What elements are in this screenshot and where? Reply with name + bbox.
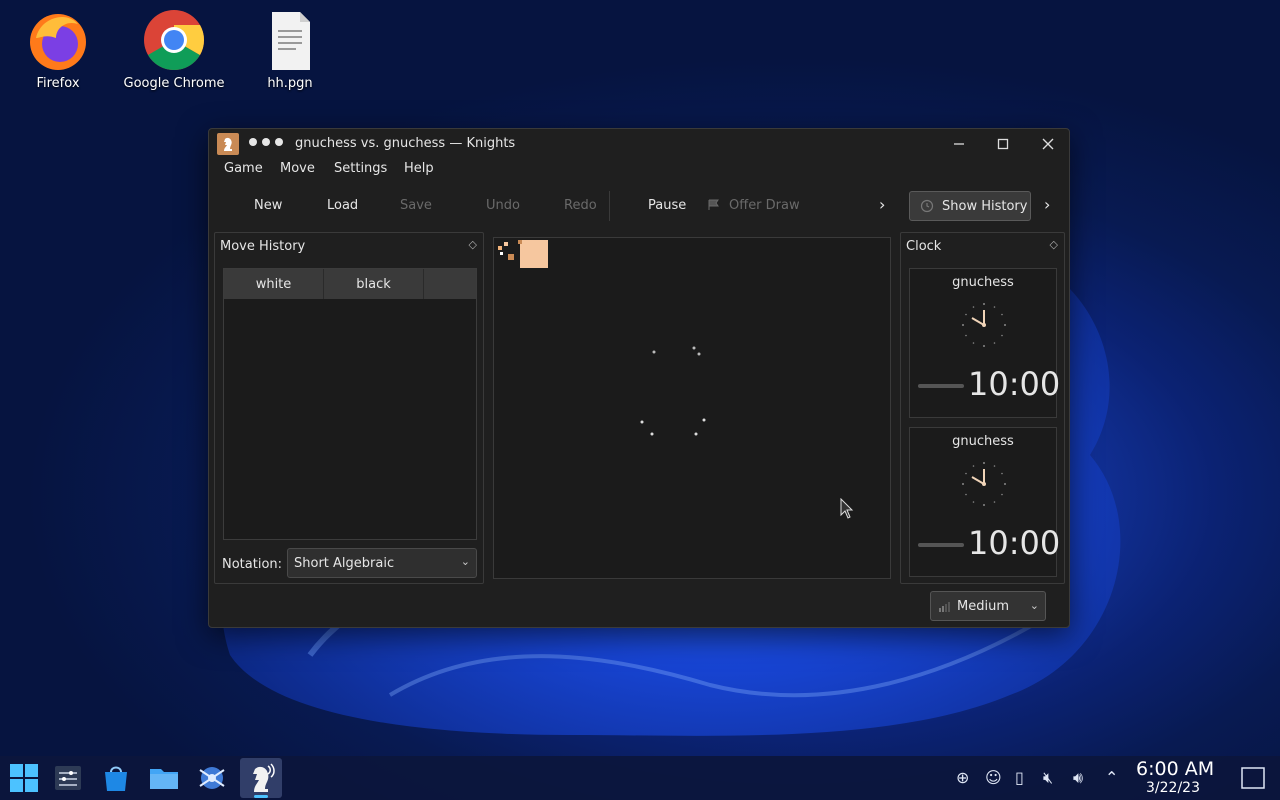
desktop-icon-label: hh.pgn	[267, 76, 313, 91]
player-clock-1: gnuchess 10:00	[909, 268, 1061, 418]
taskbar-time[interactable]: 6:00 AM	[1136, 758, 1214, 780]
start-menu-icon[interactable]	[8, 762, 40, 794]
pause-button[interactable]: Pause	[648, 198, 686, 213]
history-icon	[920, 199, 934, 213]
column-empty	[424, 269, 476, 299]
clipboard-icon[interactable]: ▯	[1015, 768, 1024, 787]
mute-speaker-icon[interactable]: 🔇︎	[1043, 768, 1053, 788]
move-history-panel: Move History ◇ white black Notation: Sho…	[214, 232, 484, 584]
chrome-icon	[144, 10, 205, 71]
load-button[interactable]: Load	[327, 198, 358, 213]
clock-panel: Clock ◇ gnuchess 10:00 gnuchess 10:00	[900, 232, 1065, 584]
clock-title: Clock	[906, 239, 942, 254]
notation-select[interactable]: Short Algebraic ⌄	[287, 548, 477, 578]
desktop-icon-label: Google Chrome	[123, 76, 225, 91]
menu-help[interactable]: Help	[404, 161, 434, 176]
knights-window: gnuchess vs. gnuchess — Knights Game Mov…	[208, 128, 1070, 628]
move-history-title: Move History	[220, 239, 306, 254]
menu-move[interactable]: Move	[280, 161, 315, 176]
menu-settings[interactable]: Settings	[334, 161, 387, 176]
maximize-button[interactable]	[988, 132, 1018, 156]
notation-value: Short Algebraic	[294, 555, 395, 571]
offer-draw-button[interactable]: Offer Draw	[729, 198, 800, 213]
player-time: 10:00	[968, 365, 1061, 403]
taskbar-date[interactable]: 3/22/23	[1146, 780, 1200, 796]
desktop-icon-hh-pgn[interactable]: hh.pgn	[235, 8, 345, 91]
analog-clock-icon	[962, 303, 1006, 347]
desktop-icon-label: Firefox	[36, 76, 80, 91]
new-button[interactable]: New	[254, 198, 282, 213]
redo-button[interactable]: Redo	[564, 198, 597, 213]
show-desktop-icon[interactable]	[1240, 766, 1266, 790]
window-title: gnuchess vs. gnuchess — Knights	[295, 136, 516, 151]
player-clock-2: gnuchess 10:00	[909, 427, 1061, 577]
store-bag-icon[interactable]	[100, 762, 132, 794]
player-name: gnuchess	[952, 275, 1014, 290]
chess-board[interactable]	[493, 237, 891, 579]
close-button[interactable]	[1033, 132, 1063, 156]
mouse-cursor-icon	[840, 498, 854, 519]
column-white[interactable]: white	[224, 269, 324, 299]
menu-game[interactable]: Game	[224, 161, 263, 176]
undo-button[interactable]: Undo	[486, 198, 520, 213]
knights-icon	[253, 763, 275, 792]
show-history-label: Show History	[942, 198, 1028, 214]
minimize-icon	[954, 143, 964, 145]
analog-clock-icon	[962, 462, 1006, 506]
difficulty-select[interactable]: Medium ⌄	[930, 591, 1046, 621]
volume-icon[interactable]: 🔊︎	[1073, 768, 1083, 788]
title-bar[interactable]: gnuchess vs. gnuchess — Knights	[209, 129, 1069, 159]
network-globe-icon[interactable]	[196, 762, 228, 794]
busy-spinner-icon	[640, 346, 706, 436]
board-loading-artifact	[498, 240, 548, 268]
show-history-button[interactable]: Show History	[909, 191, 1031, 221]
move-history-header: white black	[224, 269, 476, 299]
taskbar: ⊕ ☺ ▯ 🔇︎ 🔊︎ ⌃ 6:00 AM 3/22/23	[0, 756, 1280, 800]
toolbar: New Load Save Undo Redo Pause Offer Draw…	[209, 187, 1069, 225]
close-icon	[1042, 138, 1054, 150]
updates-icon[interactable]: ⊕	[956, 768, 969, 787]
player-name: gnuchess	[952, 434, 1014, 449]
toolbar-overflow-chevron-icon[interactable]: ›	[1044, 195, 1050, 214]
user-status-icon[interactable]: ☺	[985, 768, 1002, 787]
toolbar-overflow-chevron-icon[interactable]: ›	[879, 195, 885, 214]
column-black[interactable]: black	[324, 269, 424, 299]
chevron-down-icon: ⌄	[460, 555, 470, 568]
maximize-icon	[997, 138, 1009, 150]
desktop-icon-chrome[interactable]: Google Chrome	[119, 8, 229, 91]
firefox-icon	[30, 14, 86, 70]
knights-app-icon	[217, 133, 239, 155]
player-time: 10:00	[968, 524, 1061, 562]
save-button[interactable]: Save	[400, 198, 432, 213]
flag-icon	[708, 199, 719, 210]
difficulty-value: Medium	[957, 598, 1009, 614]
window-menu-dots[interactable]	[249, 138, 283, 146]
document-icon	[272, 12, 310, 70]
chevron-up-icon[interactable]: ⌃	[1105, 768, 1118, 787]
desktop-icon-firefox[interactable]: Firefox	[3, 8, 113, 91]
menu-bar: Game Move Settings Help	[209, 159, 1069, 181]
signal-strength-icon	[939, 602, 950, 612]
move-history-table[interactable]: white black	[223, 268, 477, 540]
clock-progress-bar	[918, 543, 964, 547]
panel-float-icon[interactable]: ◇	[1050, 238, 1058, 251]
chevron-down-icon: ⌄	[1029, 599, 1039, 612]
clock-progress-bar	[918, 384, 964, 388]
toolbar-separator	[609, 191, 610, 221]
notation-label: Notation:	[222, 557, 283, 572]
file-manager-icon[interactable]	[148, 762, 180, 794]
settings-panel-icon[interactable]	[52, 762, 84, 794]
panel-float-icon[interactable]: ◇	[469, 238, 477, 251]
knights-taskbar-button[interactable]	[240, 758, 282, 798]
minimize-button[interactable]	[944, 132, 974, 156]
